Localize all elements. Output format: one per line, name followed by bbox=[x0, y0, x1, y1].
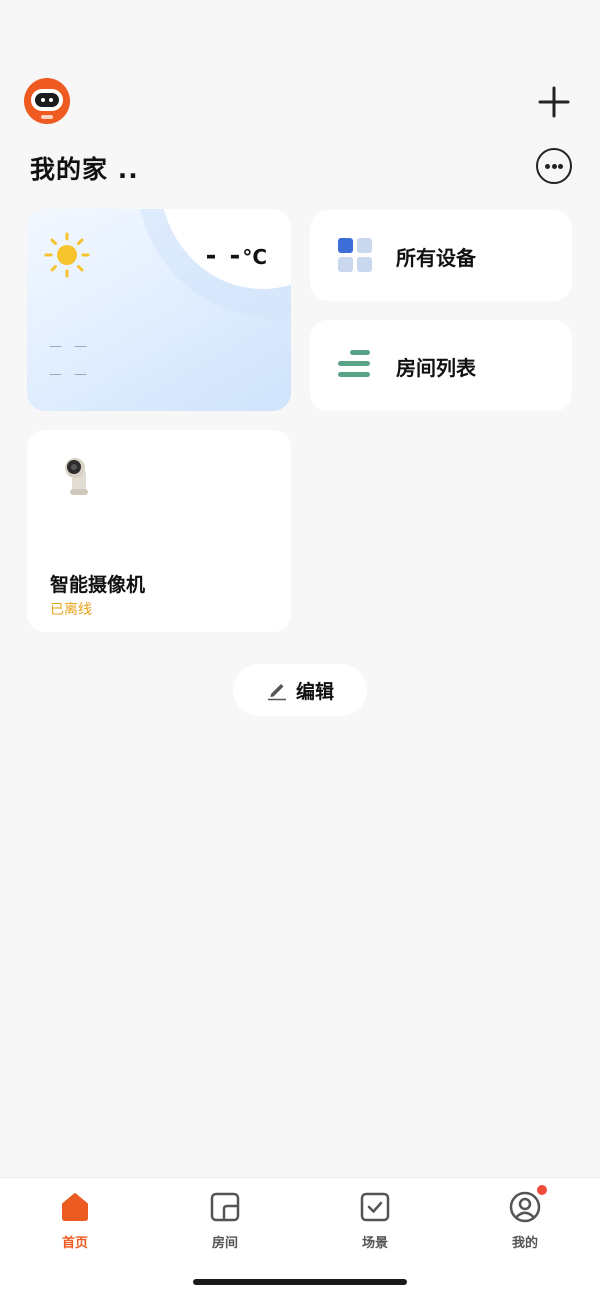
nav-label-profile: 我的 bbox=[511, 1236, 538, 1251]
edit-label: 编辑 bbox=[295, 680, 334, 703]
list-bar bbox=[338, 372, 370, 377]
grid-cell bbox=[357, 257, 372, 272]
temperature-unit: °C bbox=[242, 245, 267, 269]
home-indicator bbox=[193, 1279, 407, 1285]
robot-avatar[interactable] bbox=[24, 78, 70, 124]
nav-item-room[interactable]: 房间 bbox=[175, 1190, 275, 1260]
temperature-value: - - bbox=[205, 241, 243, 271]
room-list-label: 房间列表 bbox=[396, 356, 476, 380]
more-dot bbox=[545, 164, 550, 169]
nav-label-scene: 场景 bbox=[361, 1236, 388, 1251]
sun-icon bbox=[44, 232, 90, 278]
room-list-card[interactable]: 房间列表 bbox=[310, 320, 572, 411]
more-dot bbox=[551, 164, 557, 169]
avatar-face bbox=[31, 89, 63, 111]
camera-icon bbox=[65, 458, 88, 495]
nav-label-home: 首页 bbox=[61, 1236, 88, 1251]
device-card-camera[interactable]: 智能摄像机 已离线 bbox=[27, 430, 291, 632]
nav-item-profile[interactable]: 我的 bbox=[475, 1185, 575, 1260]
grid-cell bbox=[338, 238, 353, 253]
plus-icon[interactable] bbox=[534, 82, 574, 122]
home-icon bbox=[62, 1193, 88, 1221]
room-icon bbox=[210, 1192, 240, 1222]
edit-button[interactable]: 编辑 bbox=[233, 664, 367, 716]
room-list-icon bbox=[338, 350, 372, 380]
avatar-eye-right bbox=[49, 98, 53, 102]
temperature-readout: - -°C bbox=[206, 241, 267, 271]
grid-cell bbox=[357, 238, 372, 253]
avatar-visor bbox=[35, 93, 59, 107]
weather-info-line-2: — — bbox=[49, 367, 92, 382]
weather-card[interactable]: - -°C — — — — bbox=[27, 209, 291, 411]
pencil-icon bbox=[267, 684, 286, 701]
nav-item-scene[interactable]: 场景 bbox=[325, 1190, 425, 1260]
more-dot bbox=[558, 164, 563, 169]
avatar-mouth bbox=[41, 115, 53, 119]
nav-label-room: 房间 bbox=[211, 1236, 238, 1251]
avatar-eye-left bbox=[41, 98, 45, 102]
page-title[interactable]: 我的家 .. bbox=[30, 150, 139, 186]
grid-cell bbox=[338, 257, 353, 272]
list-bar bbox=[338, 361, 370, 366]
weather-info-line-1: — — bbox=[49, 339, 92, 354]
profile-icon-wrap bbox=[508, 1185, 547, 1224]
list-bar bbox=[350, 350, 370, 355]
notification-badge bbox=[537, 1185, 547, 1195]
grid-icon bbox=[338, 238, 372, 272]
profile-icon bbox=[509, 1191, 541, 1223]
device-name: 智能摄像机 bbox=[50, 574, 146, 596]
more-dots-icon[interactable] bbox=[536, 148, 572, 184]
device-status: 已离线 bbox=[50, 602, 92, 618]
all-devices-label: 所有设备 bbox=[396, 246, 476, 270]
scene-icon bbox=[360, 1192, 390, 1222]
all-devices-card[interactable]: 所有设备 bbox=[310, 210, 572, 301]
nav-item-home[interactable]: 首页 bbox=[25, 1190, 125, 1260]
